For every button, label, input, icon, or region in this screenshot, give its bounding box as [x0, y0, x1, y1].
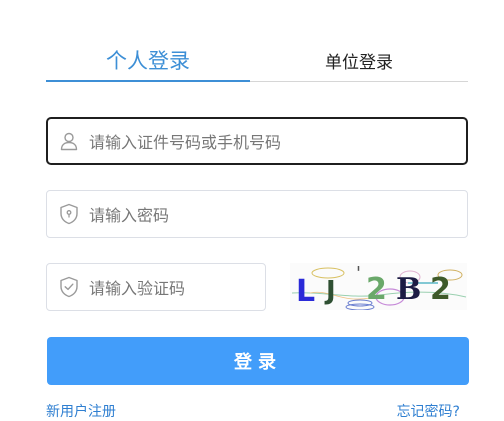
captcha-char: J	[324, 276, 336, 306]
tab-unit-login[interactable]: 单位登录	[250, 40, 468, 80]
shield-lock-icon	[58, 203, 80, 225]
login-button-label: 登录	[234, 352, 282, 373]
captcha-char: 2	[430, 272, 451, 307]
captcha-char: 2	[366, 272, 387, 307]
id-number-placeholder: 请输入证件号码或手机号码	[89, 133, 282, 152]
captcha-placeholder: 请输入验证码	[89, 279, 186, 298]
captcha-char: '	[356, 263, 361, 284]
captcha-input[interactable]: 请输入验证码	[46, 263, 266, 311]
captcha-image[interactable]: L J ' 2 B 2	[290, 263, 467, 310]
tab-personal-login[interactable]: 个人登录	[46, 40, 250, 80]
tab-personal-login-label: 个人登录	[106, 49, 190, 73]
captcha-char: L	[296, 274, 315, 309]
password-placeholder: 请输入密码	[89, 206, 170, 225]
login-button[interactable]: 登录	[47, 337, 469, 385]
tab-unit-login-label: 单位登录	[325, 52, 393, 73]
shield-check-icon	[58, 276, 80, 298]
register-link[interactable]: 新用户注册	[46, 401, 116, 421]
forgot-password-link[interactable]: 忘记密码?	[397, 401, 460, 421]
user-icon	[58, 130, 80, 152]
password-input[interactable]: 请输入密码	[46, 190, 468, 238]
tab-active-indicator	[46, 80, 250, 82]
captcha-char: B	[396, 272, 421, 307]
id-number-input[interactable]: 请输入证件号码或手机号码	[46, 117, 468, 165]
